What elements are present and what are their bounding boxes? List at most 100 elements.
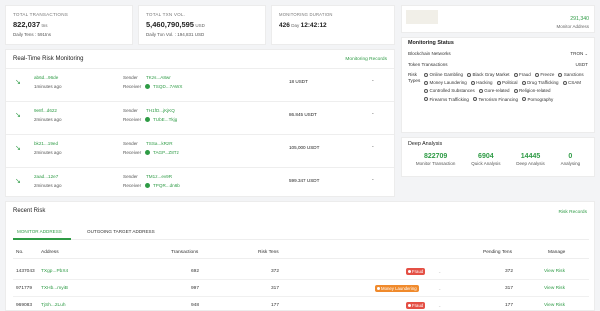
- risk-type-option[interactable]: Black Gray Market: [467, 72, 510, 77]
- col-manage: Manage: [548, 250, 566, 255]
- stat-sub-value: 591tns: [37, 32, 51, 37]
- tab-outgoing-target-address[interactable]: OUTGOING TARGET ADDRESS: [87, 229, 155, 234]
- deep-analysis-label: Deep Analysis: [516, 161, 545, 166]
- chevron-down-icon[interactable]: ⌄: [438, 303, 441, 308]
- sender-address[interactable]: TH1fD...jKjKQ: [146, 108, 175, 113]
- realtime-risk-panel: Real-Time Risk Monitoring Monitoring Rec…: [5, 49, 395, 197]
- tx-time: 2minutes ago: [34, 150, 62, 155]
- view-risk-link[interactable]: View Risk: [544, 303, 565, 308]
- risk-type-option[interactable]: Pornography: [521, 97, 553, 102]
- tx-status: -: [372, 78, 374, 84]
- duration-time: 12:42:12: [300, 22, 327, 29]
- check-circle-icon: [424, 97, 428, 102]
- receiver-avatar: [145, 183, 150, 188]
- check-circle-icon: [534, 72, 539, 77]
- view-risk-link[interactable]: View Risk: [544, 269, 565, 274]
- risk-type-option[interactable]: Political: [496, 80, 518, 85]
- view-risk-link[interactable]: View Risk: [544, 286, 565, 291]
- receiver-address[interactable]: TUbE...Tkjg: [153, 117, 177, 122]
- realtime-row[interactable]: ↘ 9e8f...d622 2minutes ago Sender TH1fD.…: [6, 101, 394, 133]
- row-no: 1437043: [16, 269, 35, 274]
- risk-records-link[interactable]: Risk Records: [558, 210, 587, 215]
- check-circle-icon: [558, 72, 563, 77]
- risk-type-option[interactable]: Religion-related: [513, 88, 551, 94]
- risk-tag: Fraud: [406, 302, 426, 309]
- risk-type-label: Money Laundering: [429, 80, 467, 86]
- row-address[interactable]: TXgp...PbX4: [41, 269, 68, 274]
- arrow-down-right-icon: ↘: [15, 79, 21, 86]
- risk-type-option[interactable]: Firearms Trafficking: [424, 97, 469, 102]
- tx-amount: 86.845 USDT: [289, 112, 317, 117]
- stat-sub-label: Daily Txn Vol. :: [146, 32, 176, 37]
- realtime-row[interactable]: ↘ bk21...19ed 2minutes ago Sender TSSa..…: [6, 134, 394, 166]
- receiver-address[interactable]: TSQD...7AWX: [153, 84, 182, 89]
- deep-analysis-title: Deep Analysis: [408, 141, 443, 147]
- col-risk-tens: Risk Tens: [258, 250, 279, 255]
- tab-active-indicator: [13, 238, 71, 240]
- risk-type-option[interactable]: Fraud: [513, 72, 531, 77]
- network-select[interactable]: TRON ⌄: [570, 51, 588, 56]
- deep-analysis-label: Analysing: [560, 161, 581, 166]
- deep-analysis-panel: Deep Analysis 822709 Monitor Transaction…: [401, 137, 595, 177]
- risk-type-option[interactable]: Gore-related: [478, 88, 510, 93]
- warning-icon: [377, 287, 380, 290]
- risk-type-option[interactable]: Sanctions: [558, 72, 584, 77]
- row-pending: 317: [505, 286, 514, 291]
- stat-sub-value: 194,831 USD: [177, 32, 205, 37]
- row-transactions: 948: [191, 303, 200, 308]
- monitoring-records-link[interactable]: Monitoring Records: [345, 57, 387, 62]
- deep-analysis-value: 822709: [423, 153, 448, 160]
- risk-type-option[interactable]: Freeze: [534, 72, 555, 77]
- risk-tag-label: Fraud: [412, 269, 424, 274]
- receiver-address[interactable]: TAGP...Z8Tz: [153, 150, 179, 155]
- tx-amount: 18 USDT: [289, 79, 308, 84]
- risk-type-option[interactable]: Drug Trafficking: [521, 80, 559, 85]
- table-row: 971779 TXHb...myiB 997 317 Money Launder…: [13, 283, 589, 297]
- sender-label: Sender: [123, 75, 138, 80]
- tx-time: 1minutes ago: [34, 84, 62, 89]
- realtime-row[interactable]: ↘ ab6d...96de 1minutes ago Sender TKzs..…: [6, 69, 394, 101]
- tx-status: -: [372, 144, 374, 150]
- tx-hash[interactable]: ab6d...96de: [34, 75, 58, 80]
- chevron-down-icon[interactable]: ⌄: [438, 269, 441, 274]
- row-address[interactable]: TjSh...2Luh: [41, 303, 66, 308]
- risk-type-option[interactable]: Online Gambling: [424, 72, 463, 77]
- realtime-row[interactable]: ↘ 2aad...12e7 2minutes ago Sender TM1z..…: [6, 167, 394, 199]
- risk-type-label: Religion-related: [519, 88, 551, 94]
- risk-type-label: Sanctions: [563, 72, 584, 77]
- tx-hash[interactable]: bk21...19ed: [34, 141, 58, 146]
- col-pending-tens: Pending Tens: [483, 250, 512, 255]
- risk-types-list: Online Gambling Black Gray Market Fraud Fre…: [424, 72, 588, 102]
- sender-address[interactable]: TKzs...A8wr: [146, 75, 171, 80]
- risk-type-option[interactable]: Hacking: [470, 80, 493, 85]
- receiver-label: Receiver: [123, 117, 142, 122]
- row-address[interactable]: TXHb...myiB: [41, 286, 68, 291]
- risk-tag: Fraud: [406, 268, 426, 275]
- monitor-address-card: 291,340 Monitor Address: [401, 5, 595, 33]
- risk-type-option[interactable]: Controlled Substances: [424, 88, 475, 93]
- risk-type-option[interactable]: Terrorism Financing: [472, 97, 518, 102]
- receiver-label: Receiver: [123, 183, 142, 188]
- risk-type-option[interactable]: CSAM: [562, 80, 581, 85]
- stat-label: MONITORING DURATION: [279, 12, 333, 17]
- risk-type-label: Freeze: [540, 72, 555, 77]
- tx-hash[interactable]: 2aad...12e7: [34, 174, 58, 179]
- monitor-address-label: Monitor Address: [556, 24, 589, 29]
- tx-hash[interactable]: 9e8f...d622: [34, 108, 57, 113]
- chevron-down-icon[interactable]: ⌄: [438, 286, 441, 291]
- sender-address[interactable]: TM1z...ev9R: [146, 174, 172, 179]
- row-pending: 372: [505, 269, 514, 274]
- receiver-address[interactable]: TPQR...dn6b: [153, 183, 180, 188]
- stat-sub-label: Daily Tens :: [13, 32, 37, 37]
- sender-address[interactable]: TSSa...kRzR: [146, 141, 173, 146]
- tab-monitor-address[interactable]: MONITOR ADDRESS: [17, 229, 62, 234]
- receiver-avatar: [145, 117, 150, 122]
- row-no: 971779: [16, 286, 33, 291]
- col-no: No.: [16, 250, 24, 255]
- token-label: Token Transactions: [408, 62, 448, 67]
- recent-risk-tabs: MONITOR ADDRESS OUTGOING TARGET ADDRESS: [13, 226, 589, 240]
- row-risk-tens: 177: [271, 303, 280, 308]
- risk-type-option[interactable]: Money Laundering: [424, 80, 467, 85]
- receiver-avatar: [145, 150, 150, 155]
- deep-analysis-value: 0: [568, 153, 573, 160]
